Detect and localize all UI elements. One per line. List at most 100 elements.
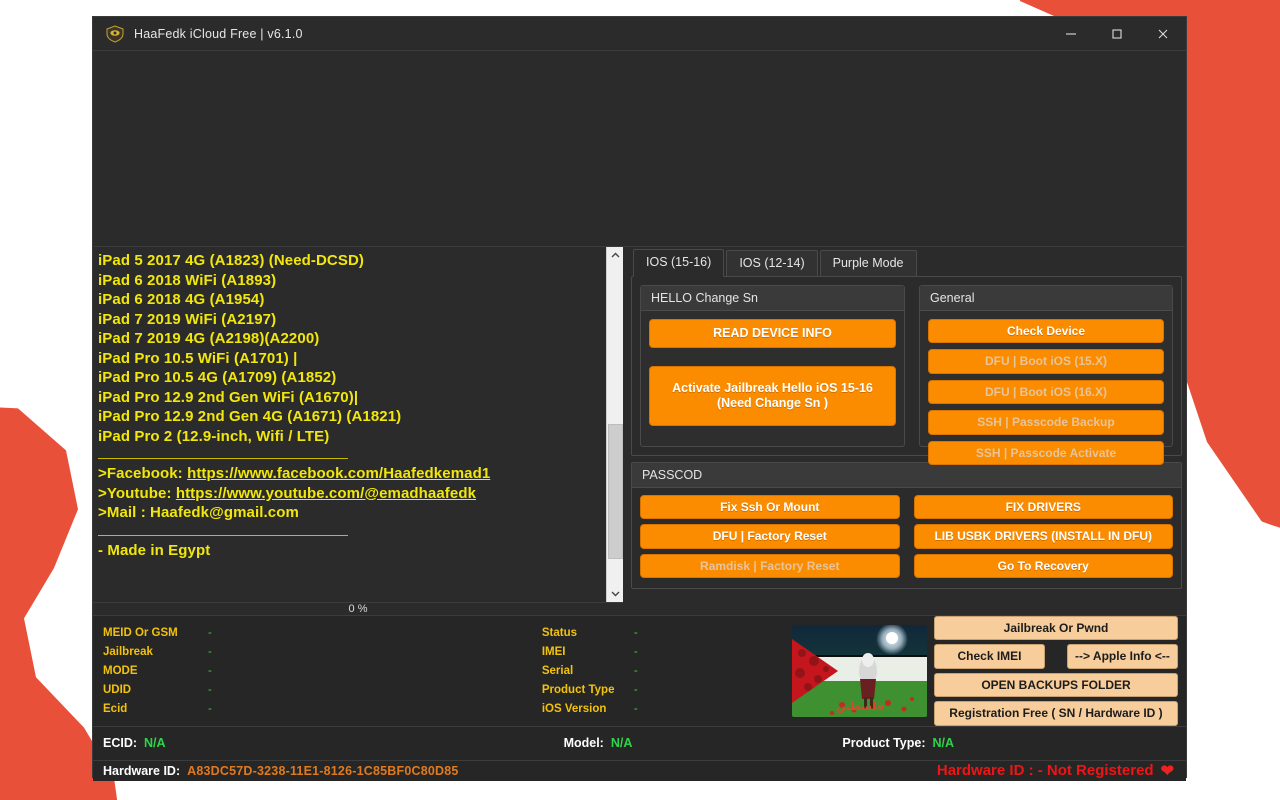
ramdisk-factory-reset-button[interactable]: Ramdisk | Factory Reset	[640, 553, 900, 579]
list-item[interactable]: iPad Pro 2 (12.9-inch, Wifi / LTE)	[98, 428, 606, 448]
open-backups-folder-button[interactable]: OPEN BACKUPS FOLDER	[934, 672, 1178, 698]
info-key: Jailbreak	[103, 646, 153, 658]
info-row: UDID -	[103, 681, 212, 700]
model-label: Model:	[563, 736, 604, 751]
facebook-link[interactable]: https://www.facebook.com/Haafedkemad1	[187, 465, 490, 482]
youtube-line: >Youtube: https://www.youtube.com/@emadh…	[98, 485, 606, 505]
read-device-info-button[interactable]: READ DEVICE INFO	[649, 319, 896, 348]
chevron-down-icon[interactable]	[606, 585, 624, 602]
group-hello-change-sn: HELLO Change Sn READ DEVICE INFO Activat…	[640, 285, 905, 447]
hardware-id-bar: Hardware ID: A83DC57D-3238-11E1-8126-1C8…	[93, 759, 1186, 781]
tab-panel-ios-15-16: HELLO Change Sn READ DEVICE INFO Activat…	[631, 276, 1182, 465]
status-ecid: ECID: N/A	[103, 736, 166, 750]
info-row: Status -	[542, 624, 638, 643]
info-row: MEID Or GSM -	[103, 624, 212, 643]
ssh-passcode-backup-button[interactable]: SSH | Passcode Backup	[928, 410, 1164, 435]
palestine-flag-banner: فلسطين	[792, 624, 927, 717]
tools-pane: IOS (15-16) IOS (12-14) Purple Mode HELL…	[623, 247, 1186, 602]
info-key: Status	[541, 627, 577, 639]
info-row: Jailbreak -	[103, 643, 212, 662]
hardware-id-label: Hardware ID:	[103, 763, 181, 778]
youtube-label: >Youtube:	[98, 484, 172, 502]
registration-free-button[interactable]: Registration Free ( SN / Hardware ID )	[934, 701, 1178, 726]
info-value: -	[633, 703, 638, 715]
apple-info-button[interactable]: --> Apple Info <--	[1067, 644, 1178, 669]
activate-jailbreak-hello-button[interactable]: Activate Jailbreak Hello iOS 15-16 (Need…	[649, 366, 896, 426]
actions-area: فلسطين Jailbreak Or Pwnd Check IMEI --> …	[792, 616, 1186, 726]
list-item[interactable]: iPad 6 2018 WiFi (A1893)	[98, 272, 606, 292]
list-item[interactable]: iPad Pro 10.5 4G (A1709) (A1852)	[98, 369, 606, 389]
list-item[interactable]: iPad Pro 12.9 2nd Gen 4G (A1671) (A1821)	[98, 408, 606, 428]
info-value: -	[208, 627, 212, 639]
info-column-left: MEID Or GSM - Jailbreak - MODE - UDID - Ecid…	[93, 616, 212, 726]
info-row: Product Type -	[542, 681, 638, 700]
list-item[interactable]: iPad 5 2017 4G (A1823) (Need-DCSD)	[98, 252, 606, 272]
scrollbar-thumb[interactable]	[607, 424, 623, 559]
progress-indicator: 0 %	[93, 602, 623, 615]
info-row: MODE -	[103, 662, 212, 681]
device-list-scrollbar[interactable]	[606, 247, 624, 602]
device-info-strip: MEID Or GSM - Jailbreak - MODE - UDID - Ecid…	[93, 615, 1186, 726]
chevron-up-icon[interactable]	[606, 247, 624, 264]
dfu-boot-ios-16-button[interactable]: DFU | Boot iOS (16.X)	[928, 379, 1164, 405]
mail-line: >Mail : Haafedk@gmail.com	[98, 504, 299, 522]
info-value: -	[633, 684, 638, 696]
model-value: N/A	[610, 736, 633, 751]
supported-devices-list[interactable]: iPad 5 2017 4G (A1823) (Need-DCSD) iPad …	[93, 247, 606, 602]
fix-ssh-or-mount-button[interactable]: Fix Ssh Or Mount	[640, 495, 900, 520]
info-row: Ecid -	[103, 700, 212, 719]
passcod-right-column: FIX DRIVERS LIB USBK DRIVERS (INSTALL IN…	[913, 495, 1173, 579]
info-row: Serial -	[542, 662, 638, 681]
group-body: READ DEVICE INFO Activate Jailbreak Hell…	[641, 311, 904, 446]
close-icon[interactable]	[1140, 17, 1186, 51]
info-value: -	[208, 684, 212, 696]
list-item[interactable]: iPad 7 2019 4G (A2198)(A2200)	[98, 330, 606, 350]
info-key: Ecid	[103, 703, 128, 715]
product-type-label: Product Type:	[842, 736, 926, 751]
divider	[98, 534, 348, 536]
info-key: MEID Or GSM	[103, 627, 178, 639]
dfu-factory-reset-button[interactable]: DFU | Factory Reset	[640, 524, 900, 549]
shield-logo-icon	[102, 23, 128, 45]
go-to-recovery-button[interactable]: Go To Recovery	[913, 553, 1173, 579]
check-device-button[interactable]: Check Device	[928, 319, 1164, 344]
application-window: HaaFedk iCloud Free | v6.1.0 iPad 5 2017…	[92, 16, 1187, 781]
group-general: General Check Device DFU | Boot iOS (15.…	[919, 285, 1173, 465]
tab-ios-12-14[interactable]: IOS (12-14)	[726, 250, 818, 276]
tab-bar: IOS (15-16) IOS (12-14) Purple Mode	[633, 249, 1182, 277]
info-key: Product Type	[541, 684, 615, 696]
group-body: Fix Ssh Or Mount DFU | Factory Reset Ram…	[632, 488, 1181, 588]
ecid-label: ECID:	[103, 736, 138, 751]
minimize-icon[interactable]	[1048, 17, 1094, 51]
youtube-link[interactable]: https://www.youtube.com/@emadhaafedk	[176, 485, 476, 502]
info-value: -	[633, 627, 638, 639]
info-key: iOS Version	[541, 703, 607, 715]
product-type-value: N/A	[932, 736, 955, 751]
fix-drivers-button[interactable]: FIX DRIVERS	[913, 495, 1173, 520]
ssh-passcode-activate-button[interactable]: SSH | Passcode Activate	[928, 440, 1164, 465]
dfu-boot-ios-15-button[interactable]: DFU | Boot iOS (15.X)	[928, 349, 1164, 374]
list-item[interactable]: iPad Pro 12.9 2nd Gen WiFi (A1670)|	[98, 389, 606, 409]
group-body: Check Device DFU | Boot iOS (15.X) DFU |…	[920, 311, 1172, 473]
status-product-type: Product Type: N/A	[842, 736, 954, 750]
list-item[interactable]: iPad Pro 10.5 WiFi (A1701) |	[98, 350, 606, 370]
info-key: UDID	[103, 684, 132, 696]
list-item[interactable]: iPad 7 2019 WiFi (A2197)	[98, 311, 606, 331]
list-item[interactable]: iPad 6 2018 4G (A1954)	[98, 291, 606, 311]
registration-status: Hardware ID : - Not Registered ❤	[937, 761, 1174, 781]
ecid-value: N/A	[144, 736, 166, 751]
facebook-line: >Facebook: https://www.facebook.com/Haaf…	[98, 465, 606, 485]
scrollbar-track[interactable]	[606, 264, 624, 585]
lib-usbk-drivers-button[interactable]: LIB USBK DRIVERS (INSTALL IN DFU)	[913, 524, 1173, 549]
registration-status-text: Hardware ID : - Not Registered	[936, 762, 1154, 780]
info-value: -	[633, 665, 638, 677]
tab-purple-mode[interactable]: Purple Mode	[819, 250, 917, 276]
passcod-left-column: Fix Ssh Or Mount DFU | Factory Reset Ram…	[640, 495, 900, 579]
maximize-icon[interactable]	[1094, 17, 1140, 51]
screen: HaaFedk iCloud Free | v6.1.0 iPad 5 2017…	[0, 0, 1280, 800]
check-imei-button[interactable]: Check IMEI	[934, 644, 1045, 669]
jailbreak-or-pwnd-button[interactable]: Jailbreak Or Pwnd	[934, 616, 1178, 641]
info-value: -	[208, 703, 212, 715]
svg-text:فلسطين: فلسطين	[836, 700, 884, 713]
tab-ios-15-16[interactable]: IOS (15-16)	[633, 249, 725, 277]
